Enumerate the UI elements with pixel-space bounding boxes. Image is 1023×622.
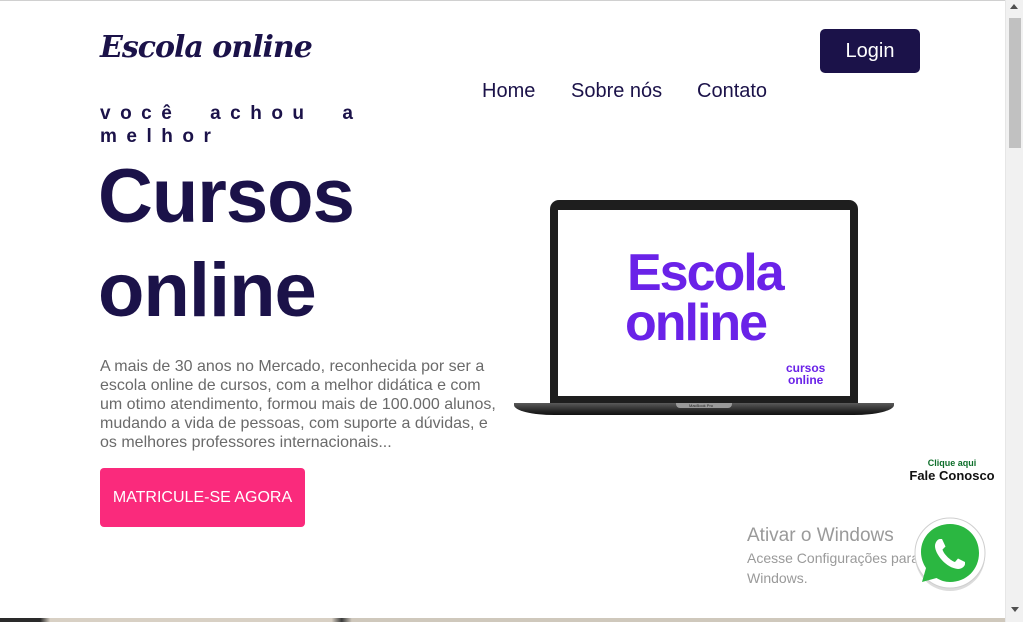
hero-title-line1: Cursos [98,154,355,239]
login-button[interactable]: Login [820,29,920,73]
nav-sobre-nos[interactable]: Sobre nós [571,80,662,103]
screen-logo: Escola online [625,244,785,352]
whatsapp-icon[interactable] [910,513,990,593]
screen-subtitle: cursos online [786,362,825,386]
site-logo[interactable]: Escola online [100,30,313,65]
scroll-down-icon[interactable] [1011,607,1019,612]
screen-sub-line2: online [788,373,824,387]
next-section-edge [0,618,1005,622]
scroll-thumb[interactable] [1009,18,1021,148]
screen-logo-line2: online [625,294,768,352]
hero-kicker: você achou a melhor [100,103,363,147]
window-top-border [0,0,1005,1]
laptop-screen: Escola online cursos online [558,210,850,396]
page: Escola online Home Sobre nós Contato Log… [0,0,1005,622]
enroll-button[interactable]: MATRICULE-SE AGORA [100,468,305,527]
nav-contato[interactable]: Contato [697,80,767,103]
whatsapp-small-label: Clique aqui [927,458,977,468]
hero-title: Cursos online [98,150,355,338]
nav-home[interactable]: Home [482,80,535,103]
hero-title-line2: online [98,248,317,333]
hero-description: A mais de 30 anos no Mercado, reconhecid… [100,358,496,451]
whatsapp-label[interactable]: Clique aqui Fale Conosco [902,458,1002,484]
laptop-illustration: Escola online cursos online MacBook Pro [514,200,894,420]
screen-logo-line1: Escola [627,244,785,302]
scroll-up-icon[interactable] [1010,4,1018,9]
whatsapp-big-label: Fale Conosco [909,468,995,483]
laptop-notch-text: MacBook Pro [689,403,714,408]
vertical-scrollbar[interactable] [1005,0,1023,622]
